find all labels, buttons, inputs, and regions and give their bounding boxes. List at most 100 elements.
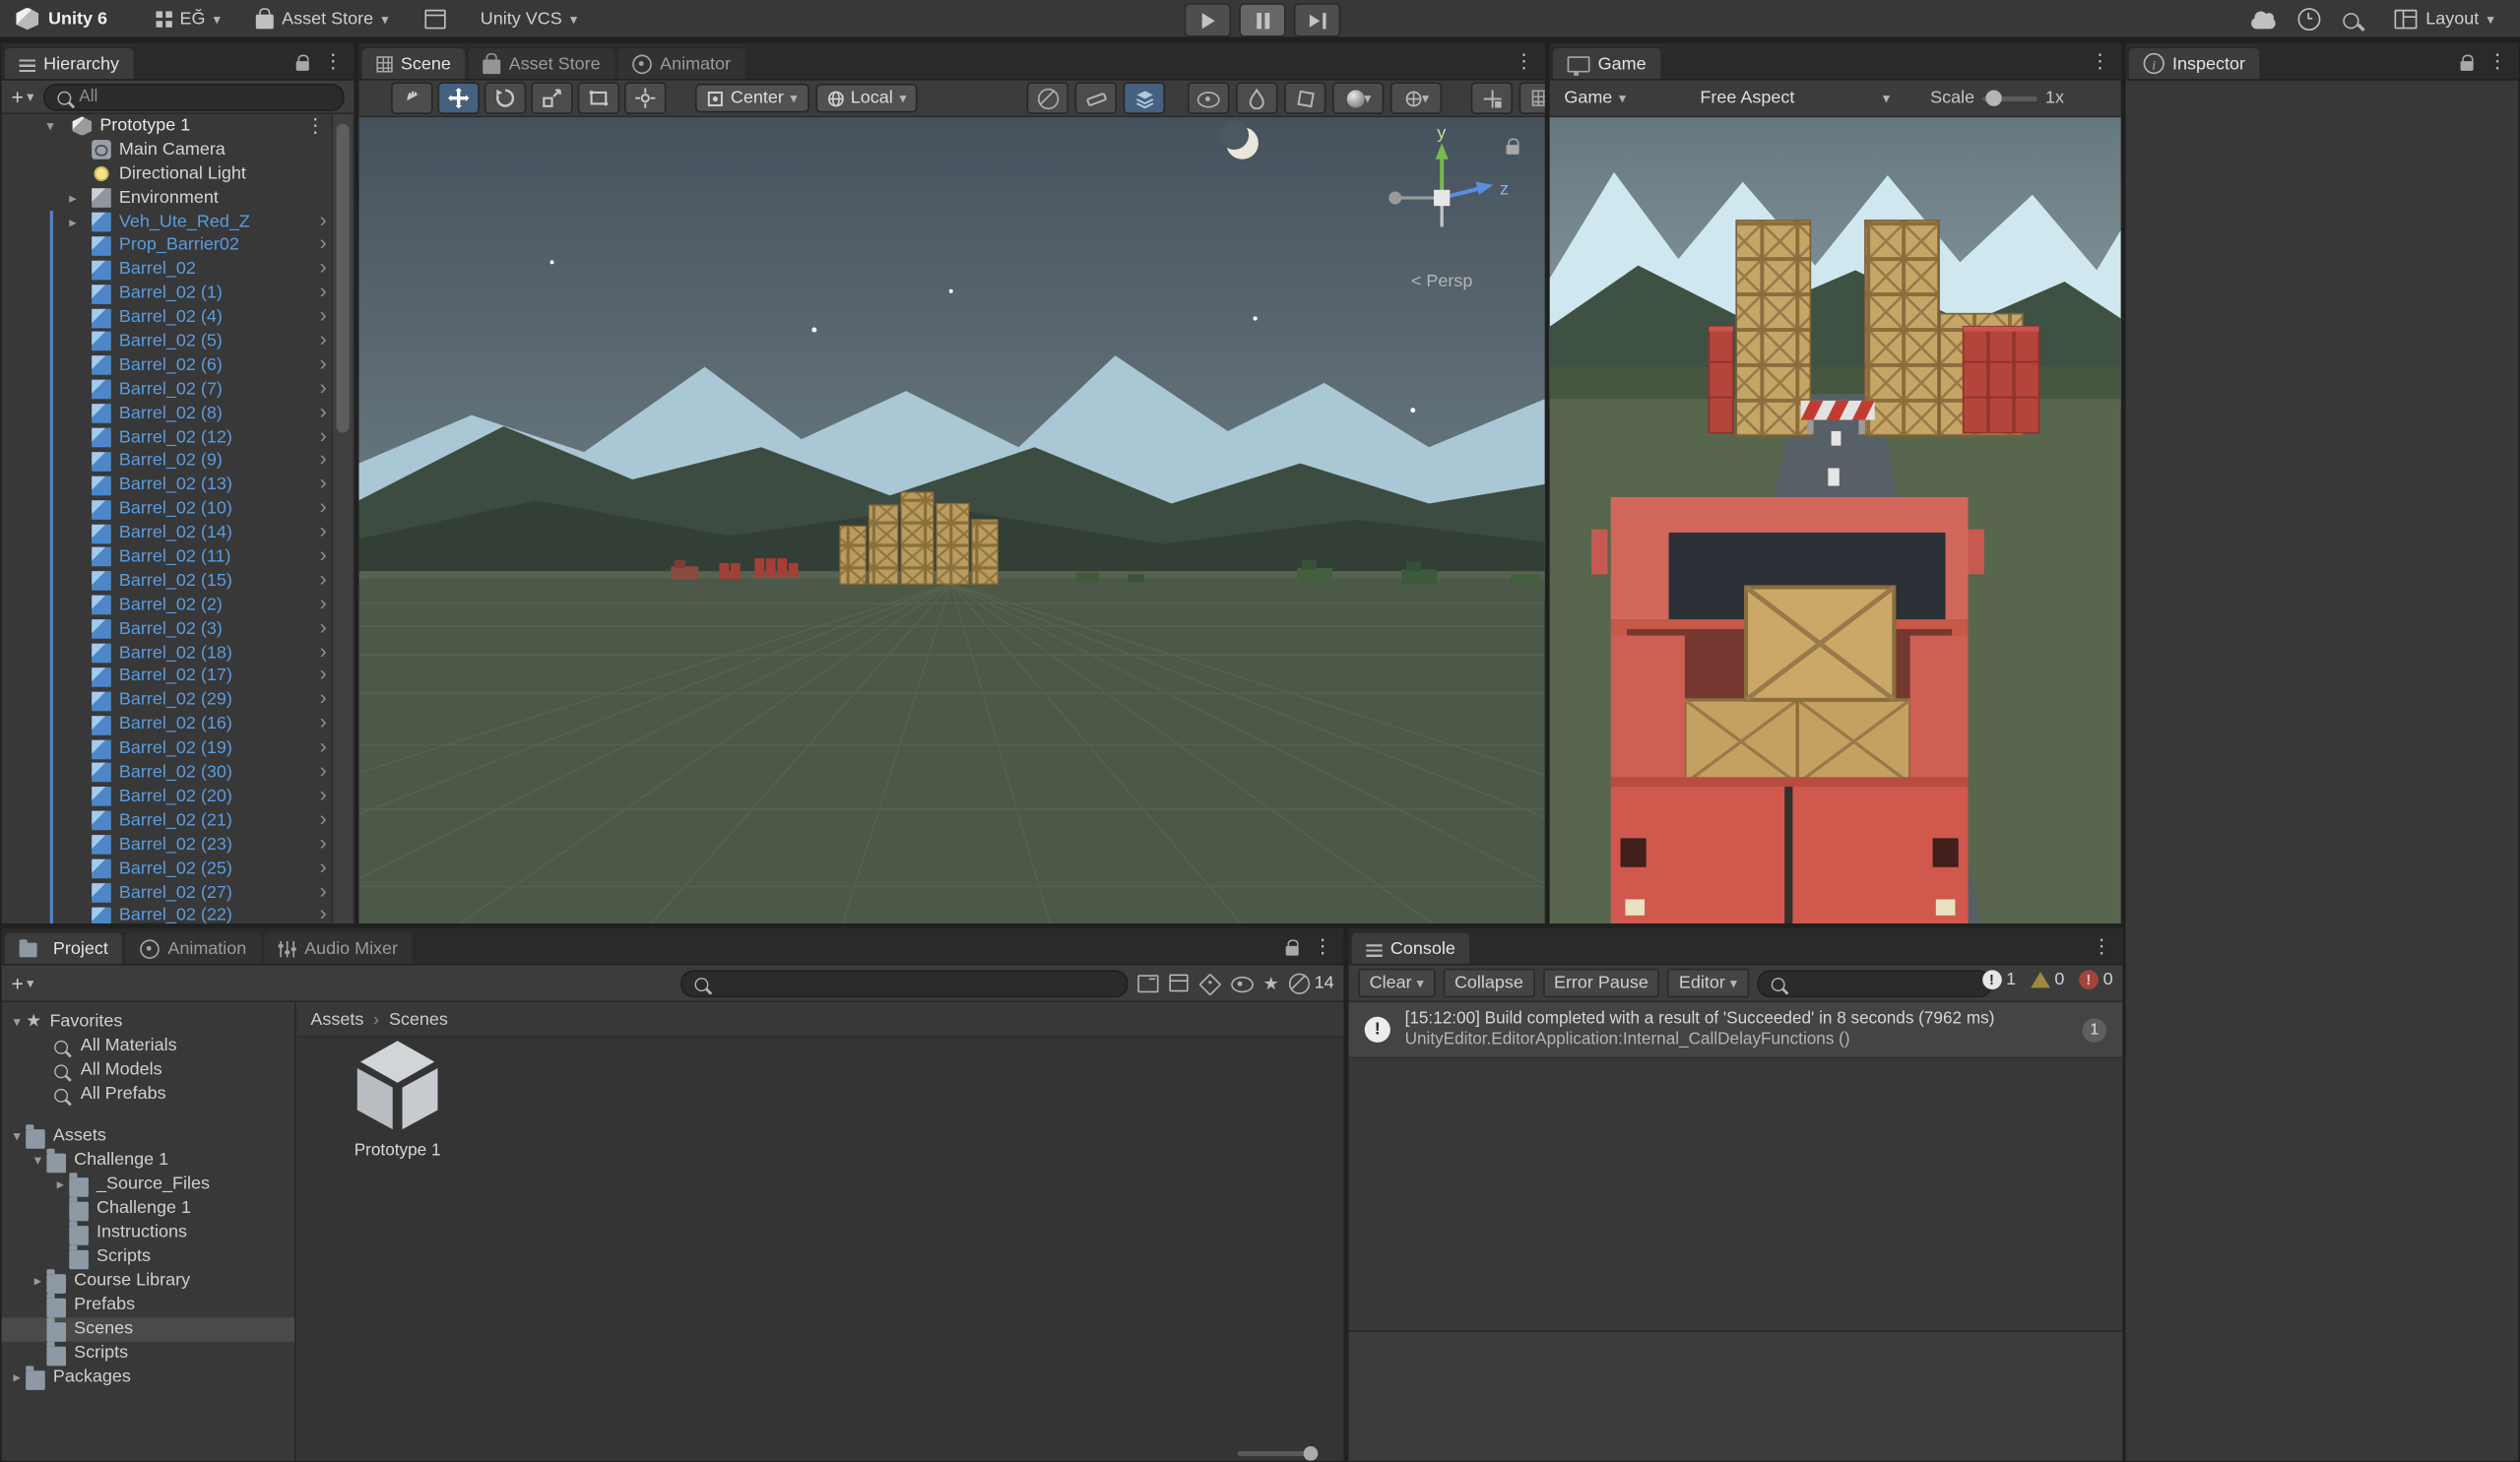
tool-transform[interactable] — [624, 82, 666, 114]
tab-scene[interactable]: Scene — [362, 48, 466, 79]
slider-knob[interactable] — [1986, 90, 2002, 105]
hierarchy-item[interactable]: Barrel_02 (30) — [2, 761, 355, 785]
hierarchy-item[interactable]: Main Camera — [2, 138, 355, 161]
create-asset-button[interactable] — [11, 971, 33, 995]
tab-animation[interactable]: Animation — [126, 933, 261, 964]
expander-icon[interactable] — [69, 186, 76, 210]
tab-asset-store[interactable]: Asset Store — [469, 48, 614, 79]
kebab-menu-icon[interactable] — [2091, 50, 2110, 73]
folder-row[interactable]: Scenes — [2, 1317, 294, 1342]
hierarchy-item[interactable]: Directional Light — [2, 162, 355, 186]
hierarchy-item[interactable]: Barrel_02 (5) — [2, 330, 355, 353]
tool-hand[interactable] — [391, 82, 432, 114]
hierarchy-item[interactable]: Barrel_02 (10) — [2, 497, 355, 521]
aspect-dropdown[interactable]: Free Aspect — [1689, 84, 1902, 112]
tab-game[interactable]: Game — [1553, 48, 1660, 79]
expander-icon[interactable] — [29, 1149, 46, 1174]
hierarchy-item[interactable]: Barrel_02 (20) — [2, 785, 355, 808]
shading-mode-dropdown[interactable] — [1333, 82, 1385, 114]
space-dropdown[interactable]: Local — [815, 84, 918, 112]
snap-move-toggle[interactable] — [1471, 82, 1513, 114]
scene-viewport[interactable]: y z < Persp — [358, 117, 1544, 924]
folder-row[interactable]: Challenge 1 — [2, 1149, 294, 1174]
hierarchy-item[interactable]: Barrel_02 (21) — [2, 809, 355, 833]
tool-move[interactable] — [437, 82, 479, 114]
prefab-chevron-icon[interactable] — [320, 903, 327, 924]
prefab-chevron-icon[interactable] — [320, 376, 327, 402]
kebab-menu-icon[interactable] — [1313, 934, 1332, 957]
hierarchy-item[interactable]: Barrel_02 (3) — [2, 617, 355, 641]
snap-grid-toggle[interactable] — [1519, 82, 1546, 114]
scene-options-icon[interactable] — [305, 114, 325, 140]
asset-tile[interactable]: Prototype 1 — [337, 1038, 459, 1160]
hierarchy-item[interactable]: Barrel_02 (7) — [2, 378, 355, 402]
tool-rotate[interactable] — [485, 82, 526, 114]
lock-icon[interactable] — [1286, 945, 1299, 955]
project-search-input[interactable] — [716, 974, 1115, 993]
package-manager-button[interactable] — [412, 0, 458, 37]
prefab-chevron-icon[interactable] — [320, 831, 327, 857]
orientation-gizmo[interactable]: y z < Persp — [1368, 124, 1516, 291]
expander-icon[interactable] — [8, 1010, 26, 1035]
play-button[interactable] — [1185, 3, 1231, 36]
layers-visibility-toggle[interactable] — [1124, 82, 1165, 114]
favorites-root[interactable]: Favorites — [2, 1010, 294, 1035]
display-dropdown[interactable]: Game — [1553, 84, 1638, 112]
hierarchy-search-input[interactable] — [79, 87, 331, 106]
fx-toggle[interactable] — [1237, 82, 1278, 114]
expander-icon[interactable] — [69, 210, 76, 233]
icon-size-slider[interactable] — [1238, 1451, 1315, 1456]
scale-slider[interactable] — [1982, 95, 2037, 100]
hierarchy-item[interactable]: Barrel_02 (27) — [2, 881, 355, 905]
tool-scale[interactable] — [531, 82, 572, 114]
console-search-input[interactable] — [1792, 974, 1979, 993]
tab-audio-mixer[interactable]: Audio Mixer — [264, 933, 412, 964]
layout-menu[interactable]: Layout — [2382, 0, 2507, 38]
hierarchy-item[interactable]: Barrel_02 (12) — [2, 425, 355, 449]
kebab-menu-icon[interactable] — [1515, 50, 1534, 73]
open-in-window-icon[interactable] — [1137, 974, 1158, 991]
packages-root[interactable]: Packages — [2, 1366, 294, 1390]
pause-button[interactable] — [1239, 3, 1285, 36]
hierarchy-item[interactable]: Barrel_02 (14) — [2, 522, 355, 545]
perspective-label[interactable]: < Persp — [1368, 272, 1516, 291]
cloud-icon[interactable] — [2252, 18, 2277, 29]
hierarchy-item[interactable]: Barrel_02 (6) — [2, 353, 355, 377]
hierarchy-search[interactable] — [43, 83, 344, 110]
folder-row[interactable]: Challenge 1 — [2, 1197, 294, 1222]
hierarchy-item[interactable]: Veh_Ute_Red_Z — [2, 210, 355, 233]
prefab-chevron-icon[interactable] — [320, 856, 327, 881]
error-count-toggle[interactable]: 0 — [2079, 970, 2113, 989]
folder-row[interactable]: Course Library — [2, 1269, 294, 1294]
scrollbar-thumb[interactable] — [337, 124, 350, 433]
tab-hierarchy[interactable]: Hierarchy — [5, 48, 134, 79]
expander-icon[interactable] — [29, 1269, 46, 1294]
tab-project[interactable]: Project — [5, 933, 123, 964]
favorites-filter-icon[interactable] — [1263, 973, 1279, 993]
tab-animator[interactable]: Animator — [618, 48, 745, 79]
favorites-item[interactable]: All Prefabs — [2, 1083, 294, 1108]
prefab-chevron-icon[interactable] — [320, 400, 327, 425]
favorites-item[interactable]: All Materials — [2, 1035, 294, 1059]
folder-row[interactable]: Scripts — [2, 1245, 294, 1270]
tool-rect[interactable] — [578, 82, 619, 114]
warning-count-toggle[interactable]: 0 — [2031, 970, 2065, 989]
kebab-menu-icon[interactable] — [2092, 934, 2111, 957]
editor-dropdown[interactable]: Editor — [1667, 969, 1748, 997]
breadcrumb-root[interactable]: Assets — [310, 1009, 363, 1029]
lock-icon[interactable] — [2461, 60, 2474, 70]
hierarchy-item[interactable]: Barrel_02 (18) — [2, 641, 355, 665]
asset-store-menu[interactable]: Asset Store — [243, 0, 402, 37]
hierarchy-item[interactable]: Barrel_02 (23) — [2, 833, 355, 857]
search-icon[interactable] — [2344, 12, 2359, 28]
hierarchy-item[interactable]: Prop_Barrier02 — [2, 234, 355, 258]
favorites-item[interactable]: All Models — [2, 1058, 294, 1083]
tab-inspector[interactable]: Inspector — [2129, 48, 2260, 79]
folder-row[interactable]: Scripts — [2, 1342, 294, 1367]
prefab-chevron-icon[interactable] — [320, 592, 327, 617]
vcs-menu[interactable]: Unity VCS — [468, 0, 591, 37]
lighting-toggle[interactable] — [1285, 82, 1326, 114]
hierarchy-item[interactable]: Barrel_02 (25) — [2, 857, 355, 880]
hidden-packages-count[interactable]: 14 — [1289, 973, 1334, 993]
hierarchy-item[interactable]: Environment — [2, 186, 355, 210]
